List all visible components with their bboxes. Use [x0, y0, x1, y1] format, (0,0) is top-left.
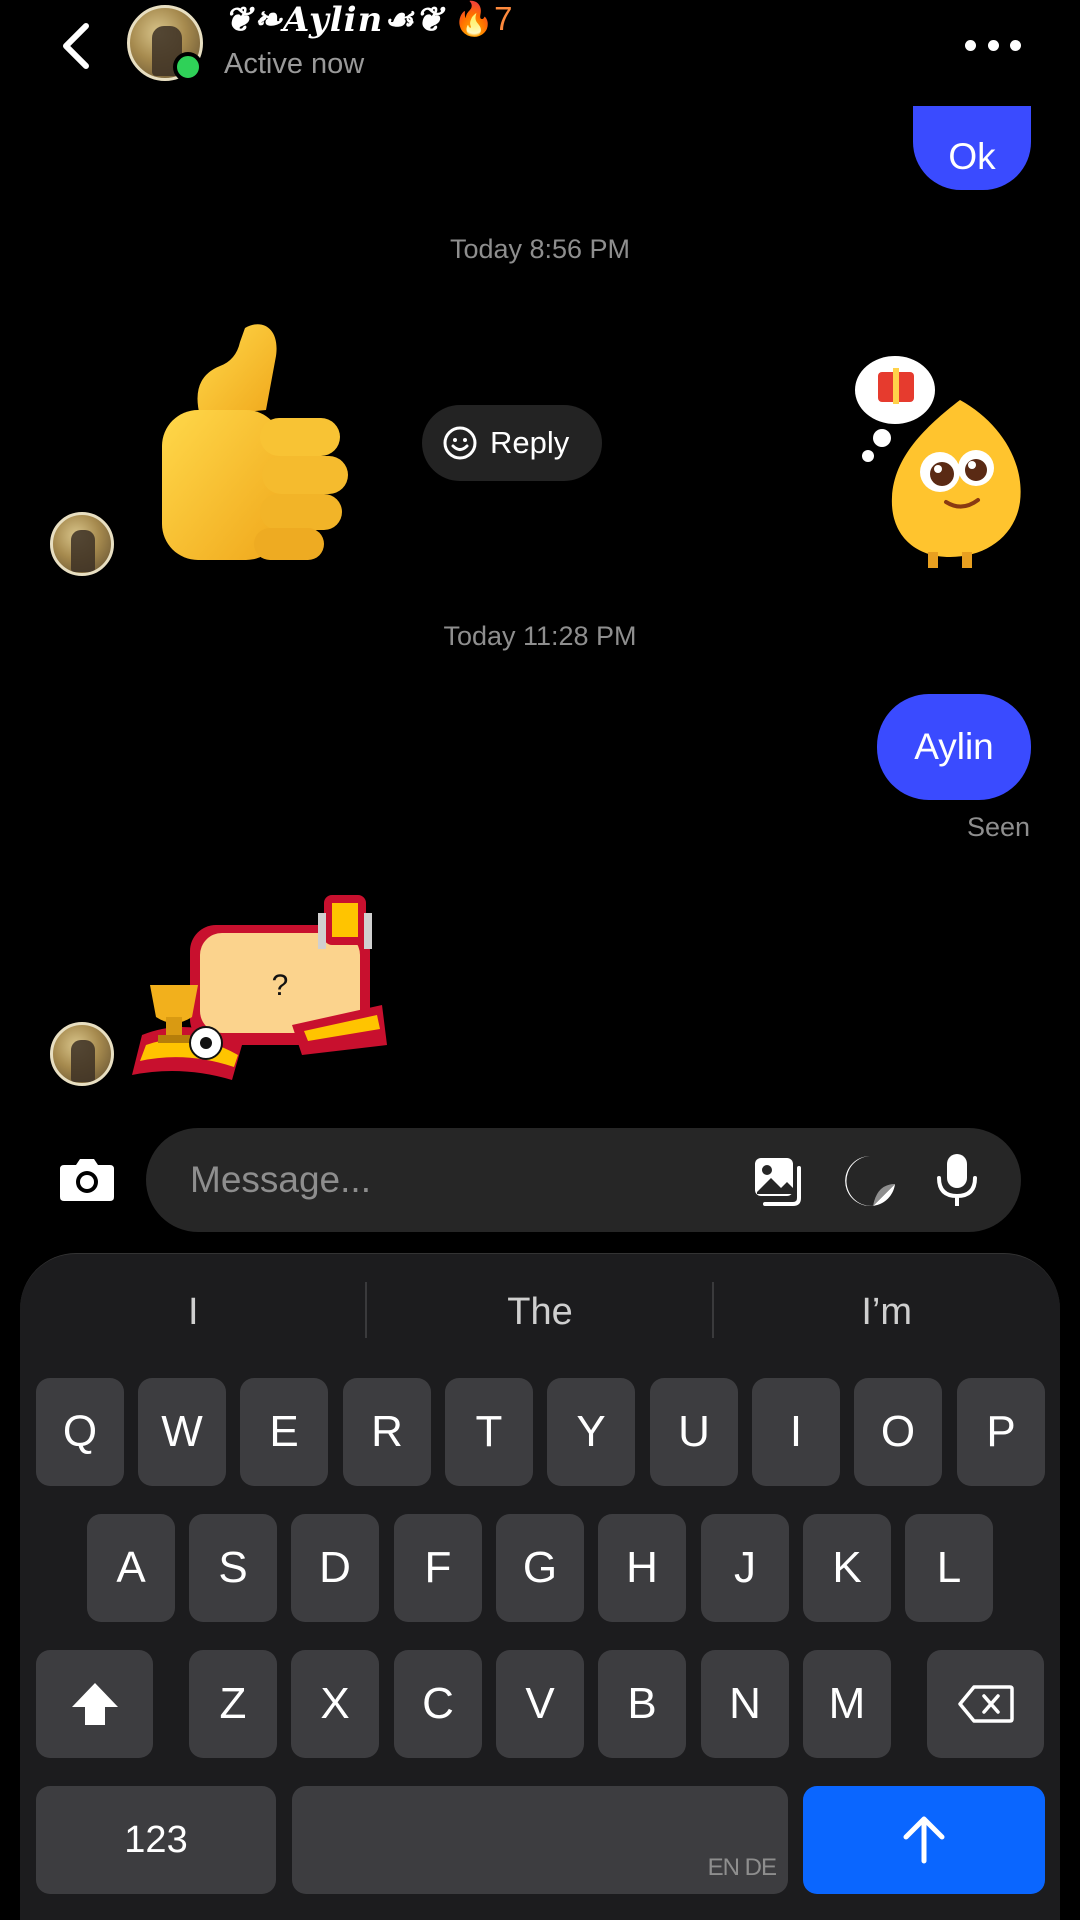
key-m[interactable]: M: [803, 1650, 891, 1758]
keyboard-language-label: EN DE: [707, 1854, 777, 1881]
key-s[interactable]: S: [189, 1514, 277, 1622]
key-y[interactable]: Y: [547, 1378, 635, 1486]
gallery-button[interactable]: [751, 1154, 805, 1208]
key-b[interactable]: B: [598, 1650, 686, 1758]
shift-key[interactable]: [36, 1650, 153, 1758]
message-composer: [146, 1128, 1021, 1232]
key-u[interactable]: U: [650, 1378, 738, 1486]
chevron-left-icon: [63, 23, 89, 69]
outgoing-message[interactable]: Ok: [913, 106, 1031, 190]
key-w[interactable]: W: [138, 1378, 226, 1486]
camera-button[interactable]: [58, 1155, 116, 1203]
key-d[interactable]: D: [291, 1514, 379, 1622]
gallery-icon: [755, 1158, 801, 1206]
backspace-key[interactable]: [927, 1650, 1044, 1758]
suggestion-item[interactable]: The: [367, 1276, 714, 1348]
key-g[interactable]: G: [496, 1514, 584, 1622]
shift-icon: [71, 1683, 118, 1725]
key-j[interactable]: J: [701, 1514, 789, 1622]
key-e[interactable]: E: [240, 1378, 328, 1486]
key-h[interactable]: H: [598, 1514, 686, 1622]
sticker-icon: [845, 1156, 895, 1207]
key-l[interactable]: L: [905, 1514, 993, 1622]
message-input[interactable]: [190, 1150, 710, 1210]
online-indicator: [173, 52, 203, 82]
key-n[interactable]: N: [701, 1650, 789, 1758]
key-t[interactable]: T: [445, 1378, 533, 1486]
flame-character-sticker[interactable]: [850, 352, 1035, 572]
timestamp: Today 8:56 PM: [449, 234, 631, 264]
sender-avatar[interactable]: [50, 1022, 114, 1086]
outgoing-message[interactable]: Aylin: [877, 694, 1031, 800]
thumbs-up-sticker[interactable]: [150, 318, 390, 568]
back-button[interactable]: [52, 18, 108, 74]
sticker-question-text: ?: [272, 969, 289, 1002]
contact-name[interactable]: ❦❧Aylin☙❦: [224, 0, 444, 40]
key-k[interactable]: K: [803, 1514, 891, 1622]
camera-icon: [60, 1159, 114, 1201]
key-z[interactable]: Z: [189, 1650, 277, 1758]
microphone-icon: [937, 1154, 977, 1206]
dot-icon: [1010, 39, 1021, 51]
timestamp: Today 11:28 PM: [443, 621, 637, 651]
key-p[interactable]: P: [957, 1378, 1045, 1486]
key-a[interactable]: A: [87, 1514, 175, 1622]
sender-avatar[interactable]: [50, 512, 114, 576]
arrow-up-icon: [903, 1816, 945, 1864]
suggestion-item[interactable]: I: [20, 1276, 367, 1348]
suggestion-divider: [365, 1282, 367, 1338]
seen-receipt: Seen: [966, 812, 1030, 842]
space-key[interactable]: EN DE: [292, 1786, 788, 1894]
numbers-key[interactable]: 123: [36, 1786, 276, 1894]
dot-icon: [987, 39, 999, 51]
chat-header: ❦❧Aylin☙❦ 🔥7 Active now: [0, 0, 1080, 110]
send-key[interactable]: [803, 1786, 1045, 1894]
sticker-button[interactable]: [843, 1154, 897, 1208]
key-r[interactable]: R: [343, 1378, 431, 1486]
key-f[interactable]: F: [394, 1514, 482, 1622]
spain-football-sticker[interactable]: ?: [132, 895, 392, 1090]
active-status: Active now: [224, 48, 365, 80]
keyboard: I The I’m Q W E R T Y U I O P A S D F G …: [20, 1253, 1060, 1920]
microphone-button[interactable]: [934, 1152, 980, 1208]
suggestion-bar: I The I’m: [20, 1276, 1060, 1348]
dot-icon: [965, 39, 976, 51]
reply-label: Reply: [490, 425, 570, 460]
key-q[interactable]: Q: [36, 1378, 124, 1486]
more-options-button[interactable]: [965, 30, 1021, 60]
key-v[interactable]: V: [496, 1650, 584, 1758]
key-o[interactable]: O: [854, 1378, 942, 1486]
suggestion-divider: [712, 1282, 714, 1338]
key-c[interactable]: C: [394, 1650, 482, 1758]
key-i[interactable]: I: [752, 1378, 840, 1486]
reply-button[interactable]: Reply: [422, 405, 602, 481]
backspace-icon: [957, 1685, 1014, 1723]
streak-badge: 🔥7: [453, 0, 513, 37]
key-x[interactable]: X: [291, 1650, 379, 1758]
suggestion-item[interactable]: I’m: [713, 1276, 1060, 1348]
smiley-icon: [443, 426, 477, 460]
